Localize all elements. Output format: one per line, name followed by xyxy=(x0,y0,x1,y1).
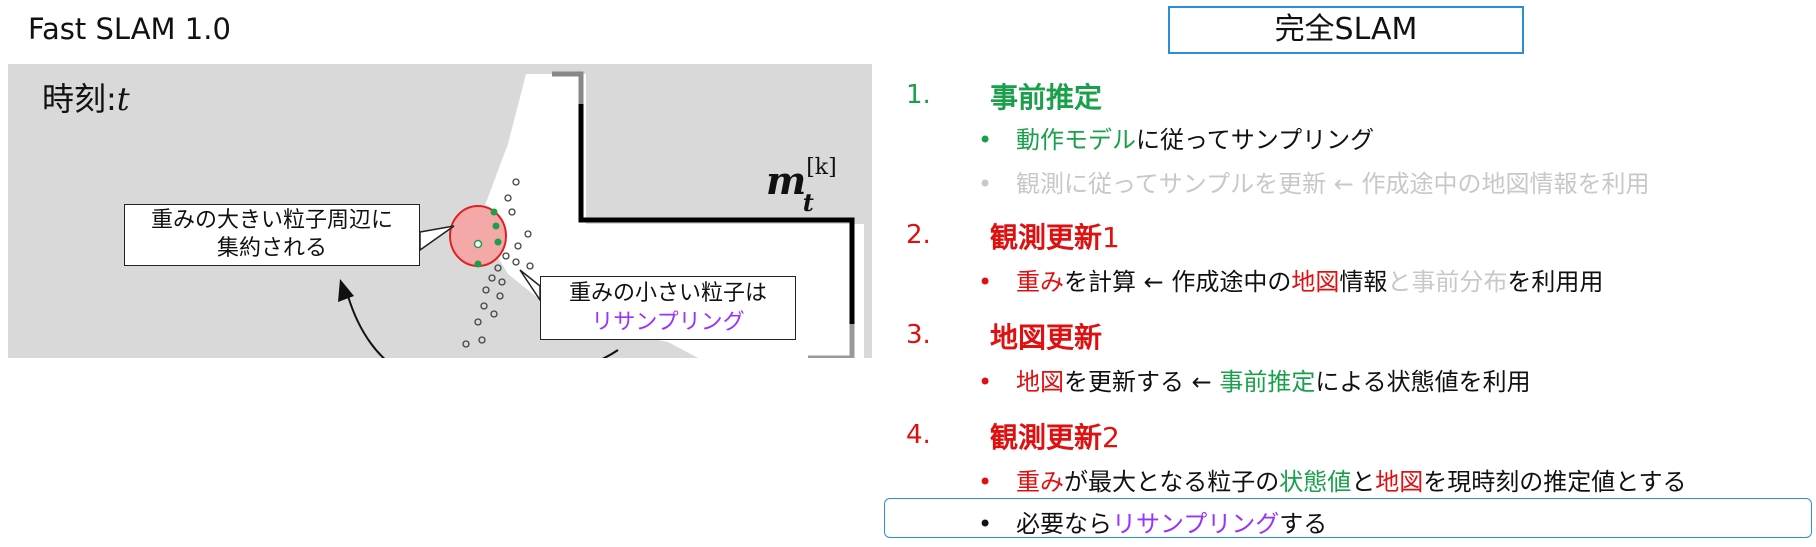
time-var: t xyxy=(116,80,130,118)
bullet-dot: • xyxy=(978,268,993,296)
particle-green xyxy=(494,238,502,246)
bullet-text: 必要なら xyxy=(1016,510,1112,538)
step-4-number: 4. xyxy=(906,420,931,450)
step-2-bullet-1: • 重みを計算 ← 作成途中の地図情報と事前分布を利用用 xyxy=(978,262,1603,297)
map-symbol: m xyxy=(766,158,807,203)
map-subscript: t xyxy=(802,187,814,217)
particle-green xyxy=(474,260,482,268)
callout-high-weight: 重みの大きい粒子周辺に 集約される xyxy=(124,204,420,266)
callout-low-weight-line1: 重みの小さい粒子は xyxy=(568,281,767,306)
high-weight-region xyxy=(449,205,507,267)
callout-low-weight: 重みの小さい粒子は リサンプリング xyxy=(540,276,796,340)
step-1-number: 1. xyxy=(906,80,931,110)
panel-header: 完全SLAM xyxy=(1168,6,1524,54)
step-1-bullet-2: • 観測に従ってサンプルを更新 ← 作成途中の地図情報を利用 xyxy=(978,164,1649,199)
step-4-bullet-1: • 重みが最大となる粒子の状態値と地図を現時刻の推定値とする xyxy=(978,462,1687,497)
bullet-text: による状態値を利用 xyxy=(1315,368,1531,396)
bullet-text-grey: と事前分布 xyxy=(1387,268,1508,296)
bullet-dot: • xyxy=(978,126,993,154)
bullet-text-green: 状態値 xyxy=(1279,468,1352,496)
step-4-title-suffix: 2 xyxy=(1102,421,1120,454)
bullet-text-red: 重み xyxy=(1016,268,1064,296)
bullet-text: と xyxy=(1351,468,1376,496)
time-label: 時刻:t xyxy=(42,74,130,120)
bullet-text-green: 動作モデル xyxy=(1016,126,1136,154)
map-superscript: [k] xyxy=(806,155,837,181)
bullet-dot: • xyxy=(978,170,993,198)
step-3-title: 地図更新 xyxy=(990,321,1103,354)
bullet-text-red: 重み xyxy=(1016,468,1064,496)
particle-green xyxy=(492,222,500,230)
bullet-dot: • xyxy=(978,510,993,538)
bullet-text-red: 地図 xyxy=(1375,468,1424,496)
bullet-text: を計算 ← 作成途中の xyxy=(1064,268,1292,296)
step-2-title: 観測更新1 xyxy=(990,216,1120,256)
callout-low-weight-line2: リサンプリング xyxy=(591,310,745,335)
step-1-title: 事前推定 xyxy=(990,81,1103,114)
callout-high-weight-line1: 重みの大きい粒子周辺に xyxy=(150,208,393,233)
page-title: Fast SLAM 1.0 xyxy=(28,12,231,46)
bullet-text-green: 事前推定 xyxy=(1219,368,1316,396)
step-2-title-text: 観測更新 xyxy=(990,221,1103,254)
bullet-text: を現時刻の推定値とする xyxy=(1423,468,1687,496)
bullet-text: する xyxy=(1279,510,1328,538)
bullet-text-grey: 観測に従ってサンプルを更新 ← 作成途中の地図情報を利用 xyxy=(1016,170,1650,198)
step-1-bullet-1: • 動作モデルに従ってサンプリング xyxy=(978,120,1374,155)
bullet-text: を更新する ← xyxy=(1064,368,1220,396)
step-3-bullet-1: • 地図を更新する ← 事前推定による状態値を利用 xyxy=(978,362,1531,397)
time-prefix: 時刻: xyxy=(42,80,117,118)
bullet-text: を利用用 xyxy=(1507,268,1604,296)
bullet-text: 情報 xyxy=(1339,268,1388,296)
step-2-title-suffix: 1 xyxy=(1102,221,1120,254)
step-3-number: 3. xyxy=(906,320,931,350)
step-4-title: 観測更新2 xyxy=(990,416,1120,456)
particle-green xyxy=(490,208,498,216)
map-symbol-label: m[k] t xyxy=(766,155,848,216)
bullet-text: が最大となる粒子の xyxy=(1064,468,1280,496)
step-4-bullet-2: • 必要ならリサンプリングする xyxy=(978,504,1327,539)
step-2-number: 2. xyxy=(906,220,931,250)
step-4-title-text: 観測更新 xyxy=(990,421,1103,454)
particle-green-hollow xyxy=(473,239,483,249)
bullet-dot: • xyxy=(978,468,993,496)
callout-high-weight-line2: 集約される xyxy=(216,236,327,261)
bullet-text-red: 地図 xyxy=(1291,268,1340,296)
bullet-text-red: 地図 xyxy=(1016,368,1064,396)
bullet-text: に従ってサンプリング xyxy=(1136,126,1375,154)
bullet-dot: • xyxy=(978,368,993,396)
bullet-text-purple: リサンプリング xyxy=(1112,510,1280,538)
